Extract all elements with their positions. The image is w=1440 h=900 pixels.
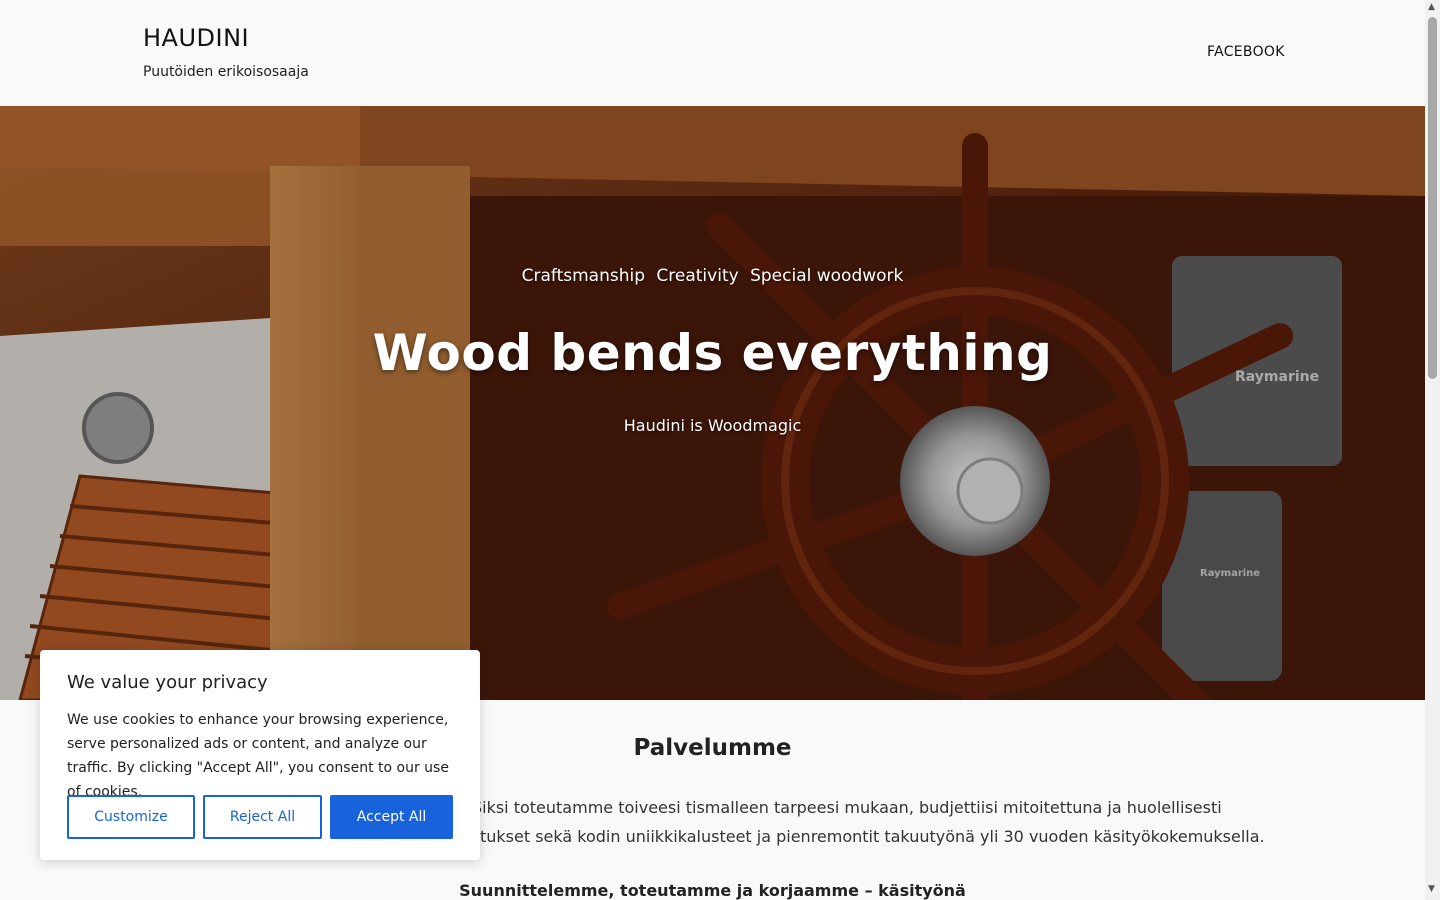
site-tagline: Puutöiden erikoisosaaja	[143, 64, 309, 80]
site-header: HAUDINI Puutöiden erikoisosaaja FACEBOOK	[0, 0, 1425, 106]
cookie-description: We use cookies to enhance your browsing …	[67, 712, 449, 800]
section-subheading: Suunnittelemme, toteutamme ja korjaamme …	[459, 881, 966, 900]
scroll-up-arrow-icon[interactable]: ▲	[1428, 2, 1435, 12]
customize-button[interactable]: Customize	[67, 795, 195, 839]
accept-all-button[interactable]: Accept All	[330, 795, 453, 839]
hero-title: Wood bends everything	[372, 324, 1053, 382]
scroll-down-arrow-icon[interactable]: ▼	[1428, 884, 1435, 894]
body-text-line: a. Siksi toteutamme toiveesi tismalleen …	[452, 798, 1222, 817]
hero-eyebrow-item: Creativity	[656, 266, 739, 286]
hero-banner: Raymarine Raymarine Craftsmanship Creati…	[0, 106, 1425, 700]
cookie-title: We value your privacy	[67, 672, 268, 693]
nav-facebook-link[interactable]: FACEBOOK	[1207, 44, 1285, 60]
body-text-line: tukset sekä kodin uniikkikalusteet ja pi…	[480, 827, 1265, 846]
cookie-consent-banner: We value your privacy We use cookies to …	[40, 650, 480, 860]
site-title[interactable]: HAUDINI	[143, 24, 249, 52]
scrollbar-thumb[interactable]	[1428, 17, 1437, 379]
reject-all-button[interactable]: Reject All	[203, 795, 322, 839]
hero-eyebrow-item: Craftsmanship	[521, 266, 645, 286]
vertical-scrollbar[interactable]: ▲ ▼	[1425, 0, 1440, 900]
hero-subtitle: Haudini is Woodmagic	[623, 416, 802, 435]
hero-eyebrow-item: Special woodwork	[750, 266, 904, 286]
hero-overlay	[0, 106, 1425, 700]
hero-eyebrow: Craftsmanship Creativity Special woodwor…	[0, 266, 1425, 286]
